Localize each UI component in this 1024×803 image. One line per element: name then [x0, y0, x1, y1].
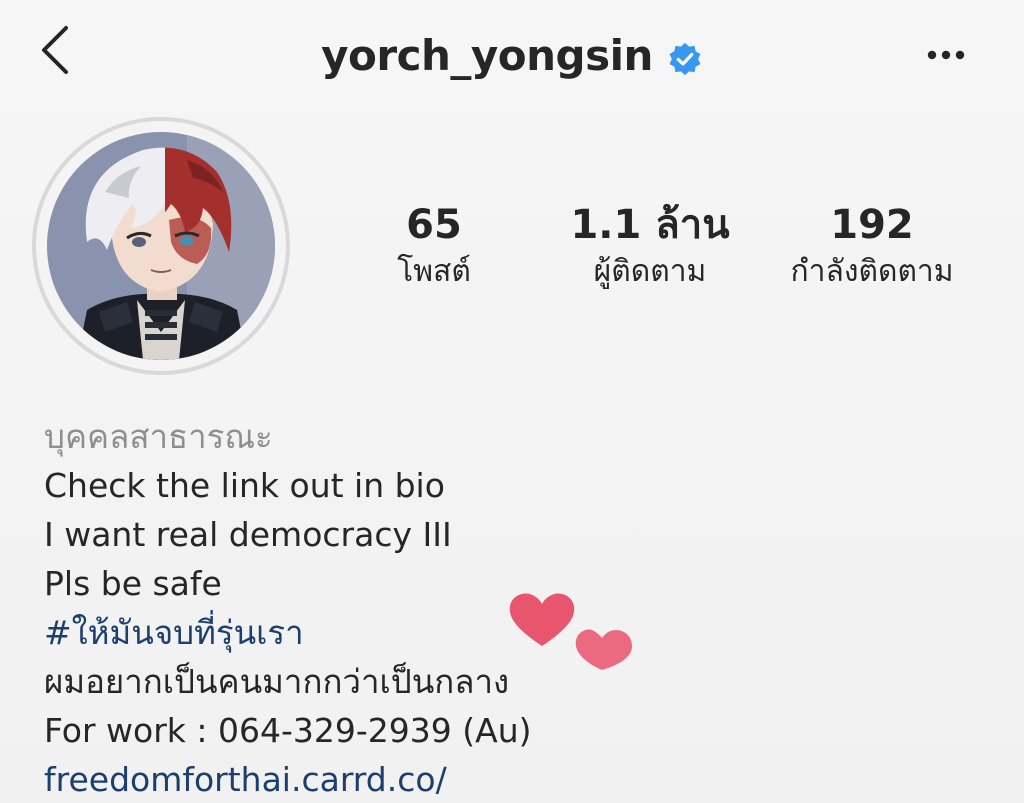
posts-label: โพสต์	[397, 254, 471, 289]
more-options-button[interactable]	[916, 34, 976, 74]
bio-category: บุคคลสาธารณะ	[44, 417, 273, 456]
bio-work-contact: For work : 064-329-2939 (Au)	[44, 711, 532, 750]
bio-line: I want real democracy III	[44, 515, 452, 554]
heart-stickers-icon	[509, 593, 632, 670]
avatar-ring	[32, 117, 290, 375]
profile-avatar[interactable]	[47, 132, 275, 360]
posts-count: 65	[406, 202, 462, 248]
followers-label: ผู้ติดตาม	[593, 254, 707, 289]
ellipsis-icon	[927, 50, 965, 60]
anime-character-avatar-icon	[47, 132, 275, 360]
profile-header: yorch_yongsin	[0, 28, 1024, 84]
posts-stat[interactable]: 65 โพสต์	[370, 200, 498, 294]
bio-website-link[interactable]: freedomforthai.carrd.co/	[44, 755, 984, 803]
followers-stat[interactable]: 1.1 ล้าน ผู้ติดตาม	[560, 200, 740, 294]
following-stat[interactable]: 192 กำลังติดตาม	[760, 200, 984, 294]
verified-badge-icon	[669, 42, 701, 76]
profile-screen: yorch_yongsin 65 โพสต์ 1.1 ล้าน ผู้ติดตา…	[0, 0, 1024, 803]
following-label: กำลังติดตาม	[790, 254, 954, 289]
followers-count: 1.1 ล้าน	[570, 202, 730, 248]
following-count: 192	[830, 202, 914, 248]
profile-username: yorch_yongsin	[321, 31, 653, 80]
bio-line: Check the link out in bio	[44, 466, 445, 505]
